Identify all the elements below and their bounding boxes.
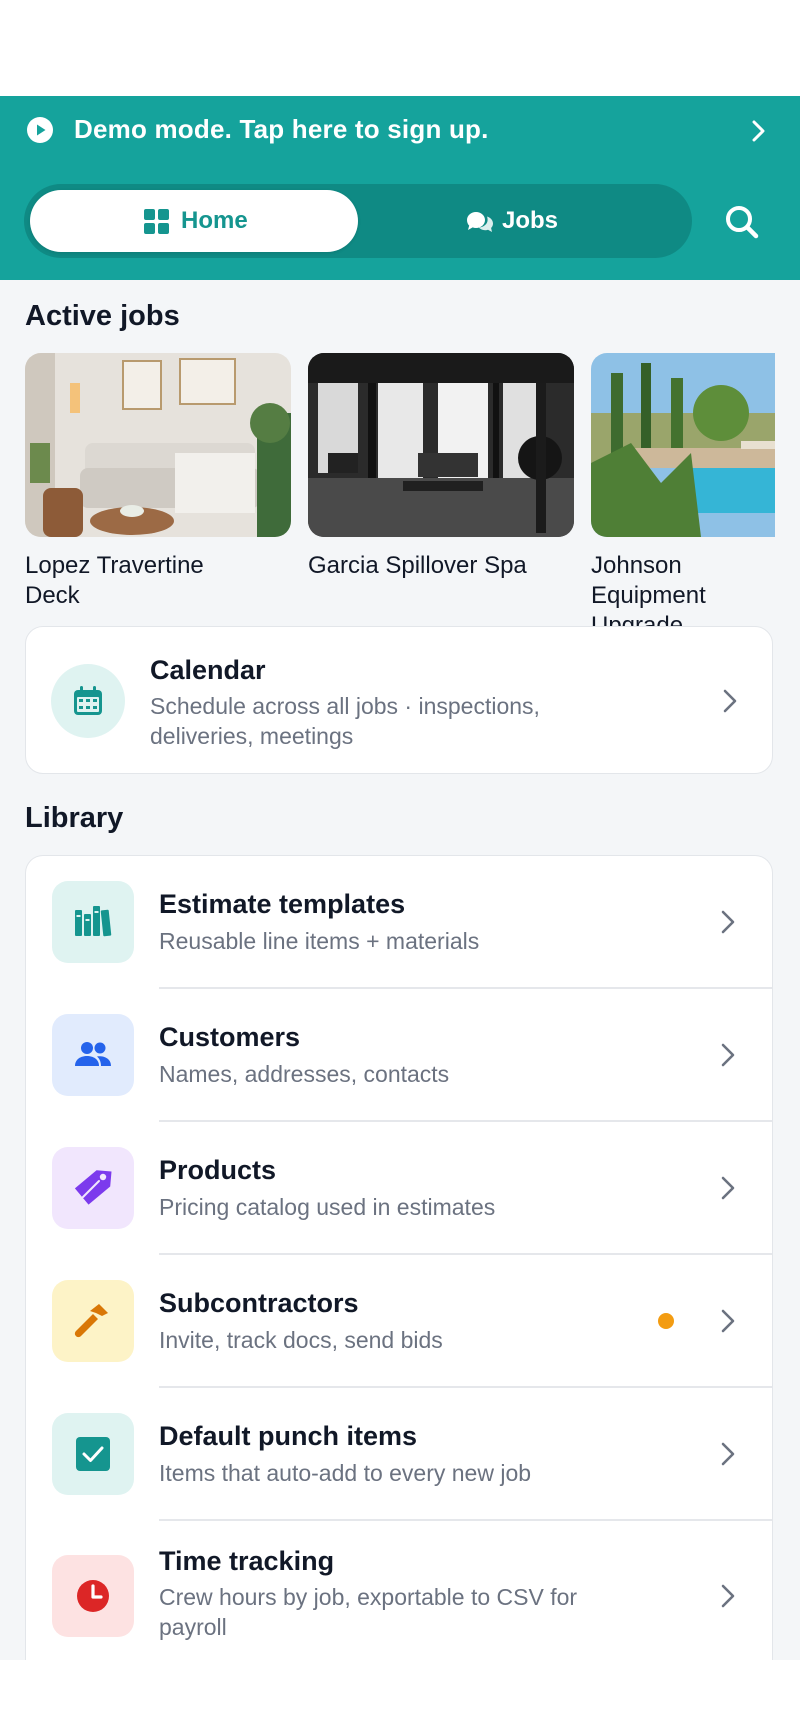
library-item-title: Estimate templates bbox=[159, 889, 406, 919]
notification-dot bbox=[658, 1313, 674, 1329]
library-item-title: Subcontractors bbox=[159, 1288, 359, 1318]
library-item-title: Time tracking bbox=[159, 1546, 335, 1576]
people-icon bbox=[75, 1042, 111, 1066]
job-card-lopez[interactable]: Lopez Travertine Deck bbox=[25, 353, 291, 611]
library-item-subtitle: Items that auto-add to every new job bbox=[159, 1460, 532, 1486]
chevron-right-icon bbox=[721, 910, 735, 934]
job-card-johnson[interactable]: Johnson Equipment Upgrade bbox=[591, 353, 775, 641]
job-card-garcia[interactable]: Garcia Spillover Spa bbox=[308, 353, 574, 581]
pool-photo bbox=[591, 353, 775, 537]
library-item-subcontractors[interactable]: Subcontractors Invite, track docs, send … bbox=[26, 1255, 772, 1388]
grid-icon bbox=[144, 209, 169, 234]
chevron-right-icon bbox=[752, 120, 765, 142]
library-item-subtitle: Reusable line items + materials bbox=[159, 928, 480, 954]
time-tracking-icon-badge bbox=[52, 1555, 134, 1637]
library-item-subtitle: Pricing catalog used in estimates bbox=[159, 1194, 496, 1220]
library-item-time-tracking[interactable]: Time tracking Crew hours by job, exporta… bbox=[26, 1521, 772, 1675]
books-icon bbox=[75, 906, 112, 937]
tab-jobs-label: Jobs bbox=[502, 207, 559, 234]
calendar-icon bbox=[74, 686, 102, 715]
bottom-safe-area bbox=[0, 1660, 800, 1731]
gym-photo bbox=[308, 353, 574, 537]
app-header: Demo mode. Tap here to sign up. Home Job… bbox=[0, 96, 800, 280]
subcontractors-icon-badge bbox=[52, 1280, 134, 1362]
calendar-subtitle: Schedule across all jobs · inspections, … bbox=[150, 693, 540, 749]
chevron-right-icon bbox=[721, 1442, 735, 1466]
play-circle-icon bbox=[27, 117, 53, 143]
library-item-subtitle: Crew hours by job, exportable to CSV for… bbox=[159, 1584, 578, 1640]
chevron-right-icon bbox=[721, 1309, 735, 1333]
punch-items-icon-badge bbox=[52, 1413, 134, 1495]
demo-banner-text: Demo mode. Tap here to sign up. bbox=[74, 114, 489, 144]
clock-icon bbox=[77, 1580, 109, 1612]
home-jobs-segmented-control: Home Jobs bbox=[24, 184, 692, 258]
library-item-subtitle: Names, addresses, contacts bbox=[159, 1061, 450, 1087]
library-item-title: Default punch items bbox=[159, 1421, 418, 1451]
tag-icon bbox=[74, 1170, 112, 1205]
tab-home-label: Home bbox=[181, 207, 248, 234]
library-item-default-punch-items[interactable]: Default punch items Items that auto-add … bbox=[26, 1388, 772, 1521]
living-room-photo bbox=[25, 353, 291, 537]
active-jobs-heading: Active jobs bbox=[25, 300, 180, 332]
checkbox-icon bbox=[76, 1437, 110, 1471]
library-item-estimate-templates[interactable]: Estimate templates Reusable line items +… bbox=[26, 856, 772, 989]
chevron-right-icon bbox=[721, 1176, 735, 1200]
library-item-products[interactable]: Products Pricing catalog used in estimat… bbox=[26, 1122, 772, 1255]
tab-home[interactable]: Home bbox=[30, 190, 358, 252]
library-item-title: Customers bbox=[159, 1022, 301, 1052]
hammer-icon bbox=[74, 1304, 108, 1338]
chevron-right-icon bbox=[721, 1043, 735, 1067]
library-item-title: Products bbox=[159, 1155, 277, 1185]
calendar-card[interactable]: Calendar Schedule across all jobs · insp… bbox=[25, 626, 773, 774]
library-list: Estimate templates Reusable line items +… bbox=[25, 855, 773, 1675]
search-icon[interactable] bbox=[718, 198, 766, 246]
library-item-subtitle: Invite, track docs, send bids bbox=[159, 1327, 443, 1353]
chevron-right-icon bbox=[723, 689, 737, 713]
job-name: Garcia Spillover Spa bbox=[308, 552, 527, 579]
chat-bubbles-icon bbox=[467, 212, 493, 232]
tab-jobs[interactable]: Jobs bbox=[358, 190, 686, 252]
calendar-title: Calendar bbox=[150, 655, 266, 685]
job-name: Lopez Travertine Deck bbox=[25, 552, 204, 609]
calendar-icon-badge bbox=[51, 664, 125, 738]
library-heading: Library bbox=[25, 802, 124, 834]
library-item-customers[interactable]: Customers Names, addresses, contacts bbox=[26, 989, 772, 1122]
chevron-right-icon bbox=[721, 1584, 735, 1608]
customers-icon-badge bbox=[52, 1014, 134, 1096]
products-icon-badge bbox=[52, 1147, 134, 1229]
demo-mode-banner[interactable]: Demo mode. Tap here to sign up. bbox=[0, 96, 800, 164]
estimate-templates-icon-badge bbox=[52, 881, 134, 963]
